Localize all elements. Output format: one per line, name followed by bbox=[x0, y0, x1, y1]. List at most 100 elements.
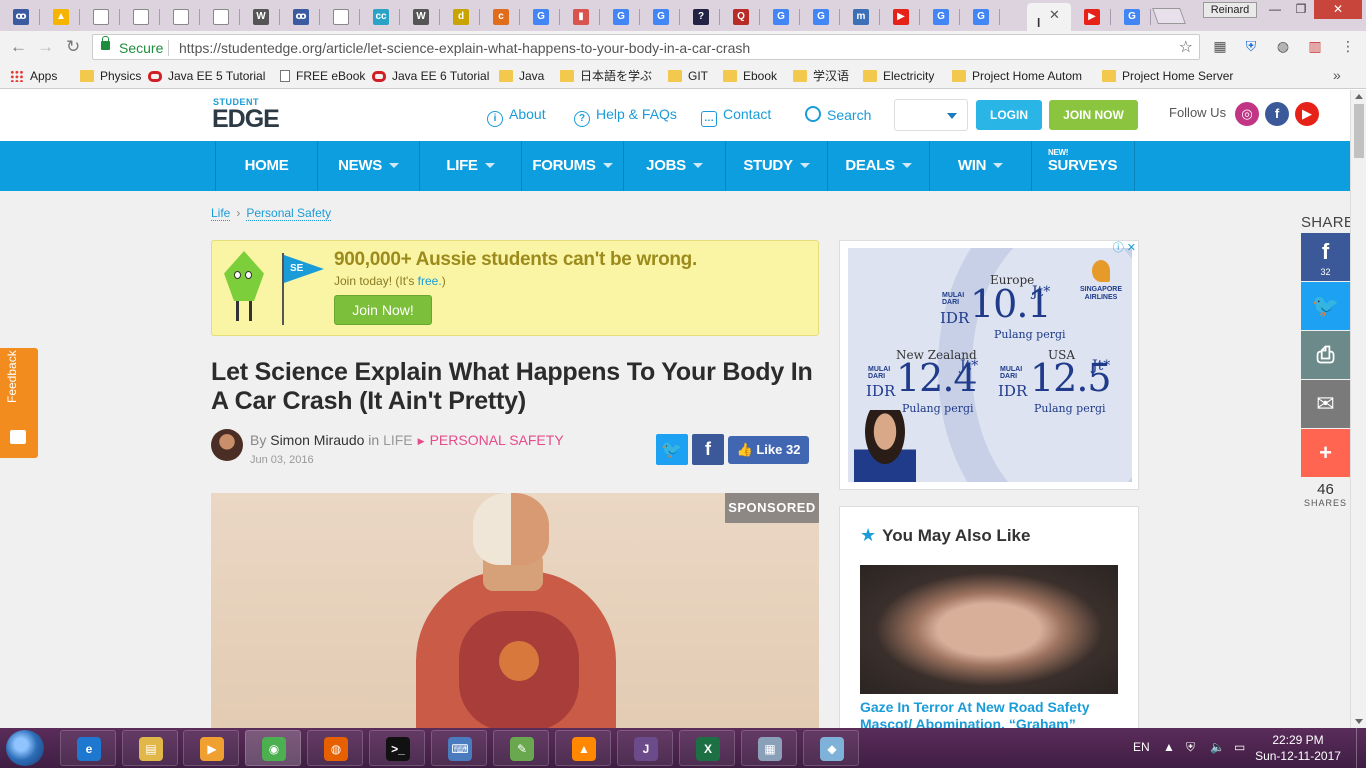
hero-image[interactable]: SPONSORED bbox=[211, 493, 819, 728]
browser-tab[interactable]: Q bbox=[720, 3, 760, 31]
print-share-button[interactable]: ⎙ bbox=[1301, 331, 1350, 379]
browser-tab[interactable]: G bbox=[600, 3, 640, 31]
browser-tab[interactable]: G bbox=[960, 3, 1000, 31]
nav-jobs[interactable]: JOBS bbox=[623, 141, 725, 191]
browser-tab[interactable]: G bbox=[760, 3, 800, 31]
subcategory-link[interactable]: PERSONAL SAFETY bbox=[430, 432, 564, 448]
author-link[interactable]: Simon Miraudo bbox=[270, 432, 364, 448]
show-desktop-button[interactable] bbox=[1356, 728, 1366, 768]
taskbar-app[interactable]: ▤ bbox=[122, 730, 178, 766]
browser-tab[interactable]: G bbox=[640, 3, 680, 31]
browser-tab[interactable] bbox=[320, 3, 360, 31]
nav-study[interactable]: STUDY bbox=[725, 141, 827, 191]
browser-tab[interactable]: W bbox=[400, 3, 440, 31]
bookmark-java-ee-5-tutorial[interactable]: Java EE 5 Tutorial bbox=[148, 67, 265, 85]
bookmark-apps[interactable]: Apps bbox=[10, 67, 57, 85]
taskbar-app[interactable]: ▶ bbox=[183, 730, 239, 766]
nav-home[interactable]: HOME bbox=[215, 141, 317, 191]
site-logo[interactable]: EDGE bbox=[212, 105, 280, 134]
header-link-search[interactable]: Search bbox=[805, 106, 871, 123]
bookmark-project-home-autom[interactable]: Project Home Autom bbox=[952, 67, 1082, 85]
bookmark-[interactable]: 学汉语 bbox=[793, 67, 849, 85]
browser-tab[interactable]: cc bbox=[360, 3, 400, 31]
browser-tab[interactable]: ▮ bbox=[560, 3, 600, 31]
breadcrumb-personal-safety[interactable]: Personal Safety bbox=[246, 206, 332, 221]
feedback-tab[interactable]: Feedback bbox=[0, 348, 38, 458]
region-select[interactable] bbox=[894, 99, 968, 131]
forward-arrow-icon[interactable]: → bbox=[37, 37, 54, 57]
grid-extension-icon[interactable]: ▦ bbox=[1212, 38, 1228, 54]
twitter-share-button[interactable]: 🐦 bbox=[1301, 282, 1350, 330]
facebook-icon[interactable]: f bbox=[1265, 102, 1289, 126]
tab-close-icon[interactable]: ✕ bbox=[1049, 7, 1060, 23]
taskbar-app[interactable]: J bbox=[617, 730, 673, 766]
nav-news[interactable]: NEWS bbox=[317, 141, 419, 191]
browser-tab[interactable]: G bbox=[800, 3, 840, 31]
browser-tab[interactable]: G bbox=[520, 3, 560, 31]
nav-win[interactable]: WIN bbox=[929, 141, 1031, 191]
scroll-down-icon[interactable] bbox=[1355, 719, 1363, 724]
bookmark-physics[interactable]: Physics bbox=[80, 67, 141, 85]
bookmark-git[interactable]: GIT bbox=[668, 67, 708, 85]
author-avatar[interactable] bbox=[211, 429, 243, 461]
browser-tab[interactable]: d bbox=[440, 3, 480, 31]
browser-tab[interactable]: ▶ bbox=[1071, 3, 1111, 31]
facebook-like-button[interactable]: 👍 Like 32 bbox=[728, 436, 809, 464]
taskbar-app[interactable]: ▦ bbox=[741, 730, 797, 766]
minimize-button[interactable]: — bbox=[1262, 0, 1288, 19]
adchoices-icon[interactable]: ⓘ ✕ bbox=[1108, 241, 1136, 255]
related-article-image[interactable] bbox=[860, 565, 1118, 694]
browser-tab[interactable]: G bbox=[1111, 3, 1151, 31]
browser-tab[interactable] bbox=[160, 3, 200, 31]
bookmark-electricity[interactable]: Electricity bbox=[863, 67, 934, 85]
taskbar-app[interactable]: >_ bbox=[369, 730, 425, 766]
tab-active[interactable]: l ✕ bbox=[1027, 3, 1071, 31]
nav-surveys[interactable]: NEW! SURVEYS bbox=[1031, 141, 1133, 191]
bookmarks-overflow-icon[interactable]: » bbox=[1333, 67, 1341, 83]
browser-tab[interactable] bbox=[80, 3, 120, 31]
menu-icon[interactable]: ⋮ bbox=[1340, 38, 1356, 54]
advertisement[interactable]: SINGAPORE AIRLINES Europe MULAI DARI IDR 10.… bbox=[839, 240, 1139, 490]
back-arrow-icon[interactable]: ← bbox=[10, 37, 27, 57]
new-tab-button[interactable] bbox=[1152, 8, 1186, 24]
browser-tab[interactable] bbox=[120, 3, 160, 31]
browser-tab[interactable]: W bbox=[240, 3, 280, 31]
plus-share-button[interactable]: + bbox=[1301, 429, 1350, 477]
browser-tab[interactable]: m bbox=[840, 3, 880, 31]
url-text[interactable]: https://studentedge.org/article/let-scie… bbox=[179, 40, 750, 56]
book-extension-icon[interactable]: ▥ bbox=[1307, 38, 1323, 54]
bookmark-project-home-server[interactable]: Project Home Server bbox=[1102, 67, 1233, 85]
scroll-up-icon[interactable] bbox=[1355, 94, 1363, 99]
browser-tab[interactable]: c bbox=[480, 3, 520, 31]
bookmark-[interactable]: 日本語を学ぶ bbox=[560, 67, 652, 85]
shield-extension-icon[interactable]: ⛨ bbox=[1243, 38, 1259, 54]
reload-icon[interactable]: ↻ bbox=[66, 37, 80, 57]
vertical-scrollbar[interactable] bbox=[1350, 90, 1366, 728]
browser-tab[interactable]: ? bbox=[680, 3, 720, 31]
maximize-button[interactable]: ❐ bbox=[1288, 0, 1314, 19]
facebook-share-button[interactable]: f 32 bbox=[1301, 233, 1350, 281]
system-clock[interactable]: 22:29 PM Sun-12-11-2017 bbox=[1250, 732, 1346, 764]
browser-tab[interactable]: ꝏ bbox=[0, 3, 40, 31]
browser-tab[interactable]: ▶ bbox=[880, 3, 920, 31]
close-window-button[interactable]: ✕ bbox=[1314, 0, 1362, 19]
profile-button[interactable]: Reinard bbox=[1203, 2, 1257, 18]
browser-tab[interactable]: ꝏ bbox=[280, 3, 320, 31]
tray-arrow-icon[interactable]: ▲ bbox=[1163, 740, 1175, 754]
bookmark-ebook[interactable]: Ebook bbox=[723, 67, 777, 85]
nav-forums[interactable]: FORUMS bbox=[521, 141, 623, 191]
youtube-icon[interactable]: ▶ bbox=[1295, 102, 1319, 126]
bookmark-free-ebook[interactable]: FREE eBook bbox=[280, 67, 365, 85]
globe-extension-icon[interactable]: ◍ bbox=[1275, 38, 1291, 54]
taskbar-app[interactable]: ▲ bbox=[555, 730, 611, 766]
bookmark-java[interactable]: Java bbox=[499, 67, 544, 85]
nav-deals[interactable]: DEALS bbox=[827, 141, 929, 191]
category-link[interactable]: LIFE bbox=[383, 432, 413, 448]
twitter-share-button[interactable]: 🐦 bbox=[656, 434, 688, 465]
bookmark-star-icon[interactable]: ☆ bbox=[1179, 37, 1193, 57]
breadcrumb-life[interactable]: Life bbox=[211, 206, 231, 221]
taskbar-app[interactable]: ◍ bbox=[307, 730, 363, 766]
bookmark-java-ee-6-tutorial[interactable]: Java EE 6 Tutorial bbox=[372, 67, 489, 85]
taskbar-app[interactable]: X bbox=[679, 730, 735, 766]
language-indicator[interactable]: EN bbox=[1133, 740, 1150, 754]
